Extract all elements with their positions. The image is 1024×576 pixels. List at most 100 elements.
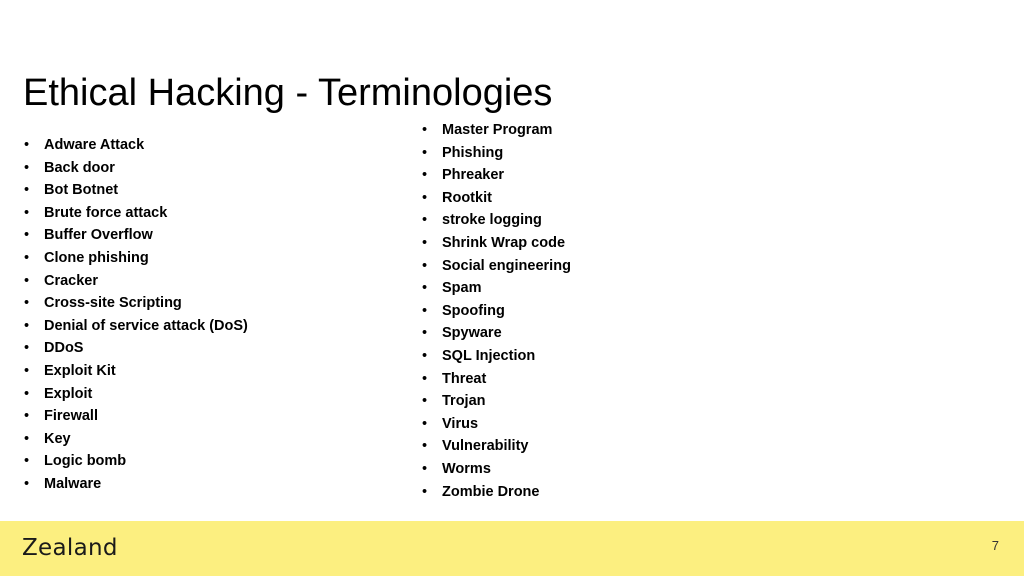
list-item: • Shrink Wrap code [422, 232, 822, 255]
bullet-dot-icon: • [24, 249, 30, 266]
list-item: • Trojan [422, 390, 822, 413]
bullet-dot-icon: • [24, 340, 30, 357]
list-item: • Adware Attack [24, 134, 404, 157]
list-item: • DDoS [24, 337, 404, 360]
terminology-left-label: Firewall [44, 408, 98, 425]
terminology-left-label: Brute force attack [44, 204, 168, 221]
list-item: • Back door [24, 157, 404, 180]
list-item: • Zombie Drone [422, 481, 822, 504]
terminology-right-label: Master Program [442, 122, 553, 138]
list-item: • Threat [422, 368, 822, 391]
terminology-list-right: • Master Program • Phishing • Phreaker • Rootki… [422, 119, 822, 503]
terminology-list-left: • Adware Attack • Back door • Bot Botnet • Brut… [24, 134, 404, 496]
terminology-left-label: Clone phishing [44, 249, 149, 266]
terminology-right-label: Social engineering [442, 257, 571, 274]
list-item: • Spam [422, 277, 822, 300]
terminology-left-label: Cracker [44, 272, 99, 289]
list-item: • Spoofing [422, 300, 822, 323]
bullet-dot-icon: • [422, 234, 428, 251]
terminology-left-label: Adware Attack [44, 137, 145, 153]
list-item: • Social engineering [422, 255, 822, 278]
list-item: • Exploit Kit [24, 360, 404, 383]
terminology-right-label: Zombie Drone [442, 483, 540, 500]
bullet-dot-icon: • [422, 189, 428, 206]
bullet-dot-icon: • [24, 453, 30, 470]
bullet-dot-icon: • [422, 483, 428, 500]
list-item: • Phreaker [422, 164, 822, 187]
list-item: • Worms [422, 458, 822, 481]
zealand-logo: Zealand [22, 535, 118, 561]
terminology-left-label: Exploit [44, 385, 93, 402]
bullet-dot-icon: • [24, 272, 30, 289]
bullet-dot-icon: • [24, 227, 30, 244]
list-item: • Bot Botnet [24, 179, 404, 202]
list-item: • Rootkit [422, 187, 822, 210]
terminology-right-label: Worms [442, 460, 491, 477]
terminology-right-label: Virus [442, 415, 479, 432]
bullet-dot-icon: • [24, 475, 30, 492]
list-item: • Buffer Overflow [24, 224, 404, 247]
terminology-right-label: Rootkit [442, 189, 492, 206]
slide: Ethical Hacking - Terminologies • Adware … [0, 0, 1024, 576]
terminology-right-label: Spyware [442, 325, 502, 342]
terminology-left-label: Denial of service attack (DoS) [44, 317, 248, 334]
bullet-dot-icon: • [422, 280, 428, 297]
list-item: • Key [24, 428, 404, 451]
bullet-dot-icon: • [24, 204, 30, 221]
bullet-dot-icon: • [422, 212, 428, 229]
terminology-right-label: Spoofing [442, 302, 505, 319]
terminology-right-label: Phishing [442, 144, 504, 161]
list-item: • Logic bomb [24, 450, 404, 473]
terminology-right-label: Shrink Wrap code [442, 234, 566, 251]
list-item: • Clone phishing [24, 247, 404, 270]
bullet-dot-icon: • [422, 460, 428, 477]
bullet-dot-icon: • [24, 159, 30, 176]
bullet-dot-icon: • [422, 302, 428, 319]
page-number: 7 [991, 538, 999, 553]
terminology-left-label: Malware [44, 475, 102, 492]
terminology-right-label: stroke logging [442, 212, 542, 229]
footer-band: Zealand 7 [0, 521, 1024, 576]
list-item: • Vulnerability [422, 435, 822, 458]
bullet-dot-icon: • [24, 430, 30, 447]
list-item: • SQL Injection [422, 345, 822, 368]
bullet-dot-icon: • [422, 393, 428, 410]
list-item: • Firewall [24, 405, 404, 428]
bullet-dot-icon: • [422, 347, 428, 364]
bullet-dot-icon: • [422, 438, 428, 455]
terminology-right-label: Threat [442, 370, 487, 387]
bullet-dot-icon: • [24, 295, 30, 312]
bullet-dot-icon: • [422, 325, 428, 342]
list-item: • Master Program [422, 119, 822, 142]
terminology-left-label: Cross-site Scripting [44, 295, 182, 312]
list-item: • Brute force attack [24, 202, 404, 225]
terminology-right-label: Vulnerability [442, 438, 529, 455]
list-item: • stroke logging [422, 209, 822, 232]
bullet-dot-icon: • [422, 370, 428, 387]
bullet-dot-icon: • [422, 415, 428, 432]
bullet-dot-icon: • [24, 137, 30, 153]
page-title: Ethical Hacking - Terminologies [23, 72, 553, 115]
list-item: • Exploit [24, 383, 404, 406]
bullet-dot-icon: • [422, 167, 428, 184]
terminology-right-label: SQL Injection [442, 347, 536, 364]
terminology-right-label: Phreaker [442, 167, 505, 184]
bullet-dot-icon: • [422, 122, 428, 138]
terminology-right-label: Spam [442, 280, 482, 297]
bullet-dot-icon: • [422, 257, 428, 274]
list-item: • Phishing [422, 142, 822, 165]
list-item: • Spyware [422, 322, 822, 345]
list-item: • Cross-site Scripting [24, 292, 404, 315]
bullet-dot-icon: • [24, 317, 30, 334]
terminology-left-label: Key [44, 430, 71, 447]
list-item: • Virus [422, 413, 822, 436]
bullet-dot-icon: • [422, 144, 428, 161]
bullet-dot-icon: • [24, 385, 30, 402]
terminology-left-label: Logic bomb [44, 453, 127, 470]
terminology-left-label: Back door [44, 159, 115, 176]
terminology-left-label: Buffer Overflow [44, 227, 153, 244]
list-item: • Cracker [24, 270, 404, 293]
bullet-dot-icon: • [24, 182, 30, 199]
list-item: • Denial of service attack (DoS) [24, 315, 404, 338]
terminology-left-label: Exploit Kit [44, 362, 116, 379]
